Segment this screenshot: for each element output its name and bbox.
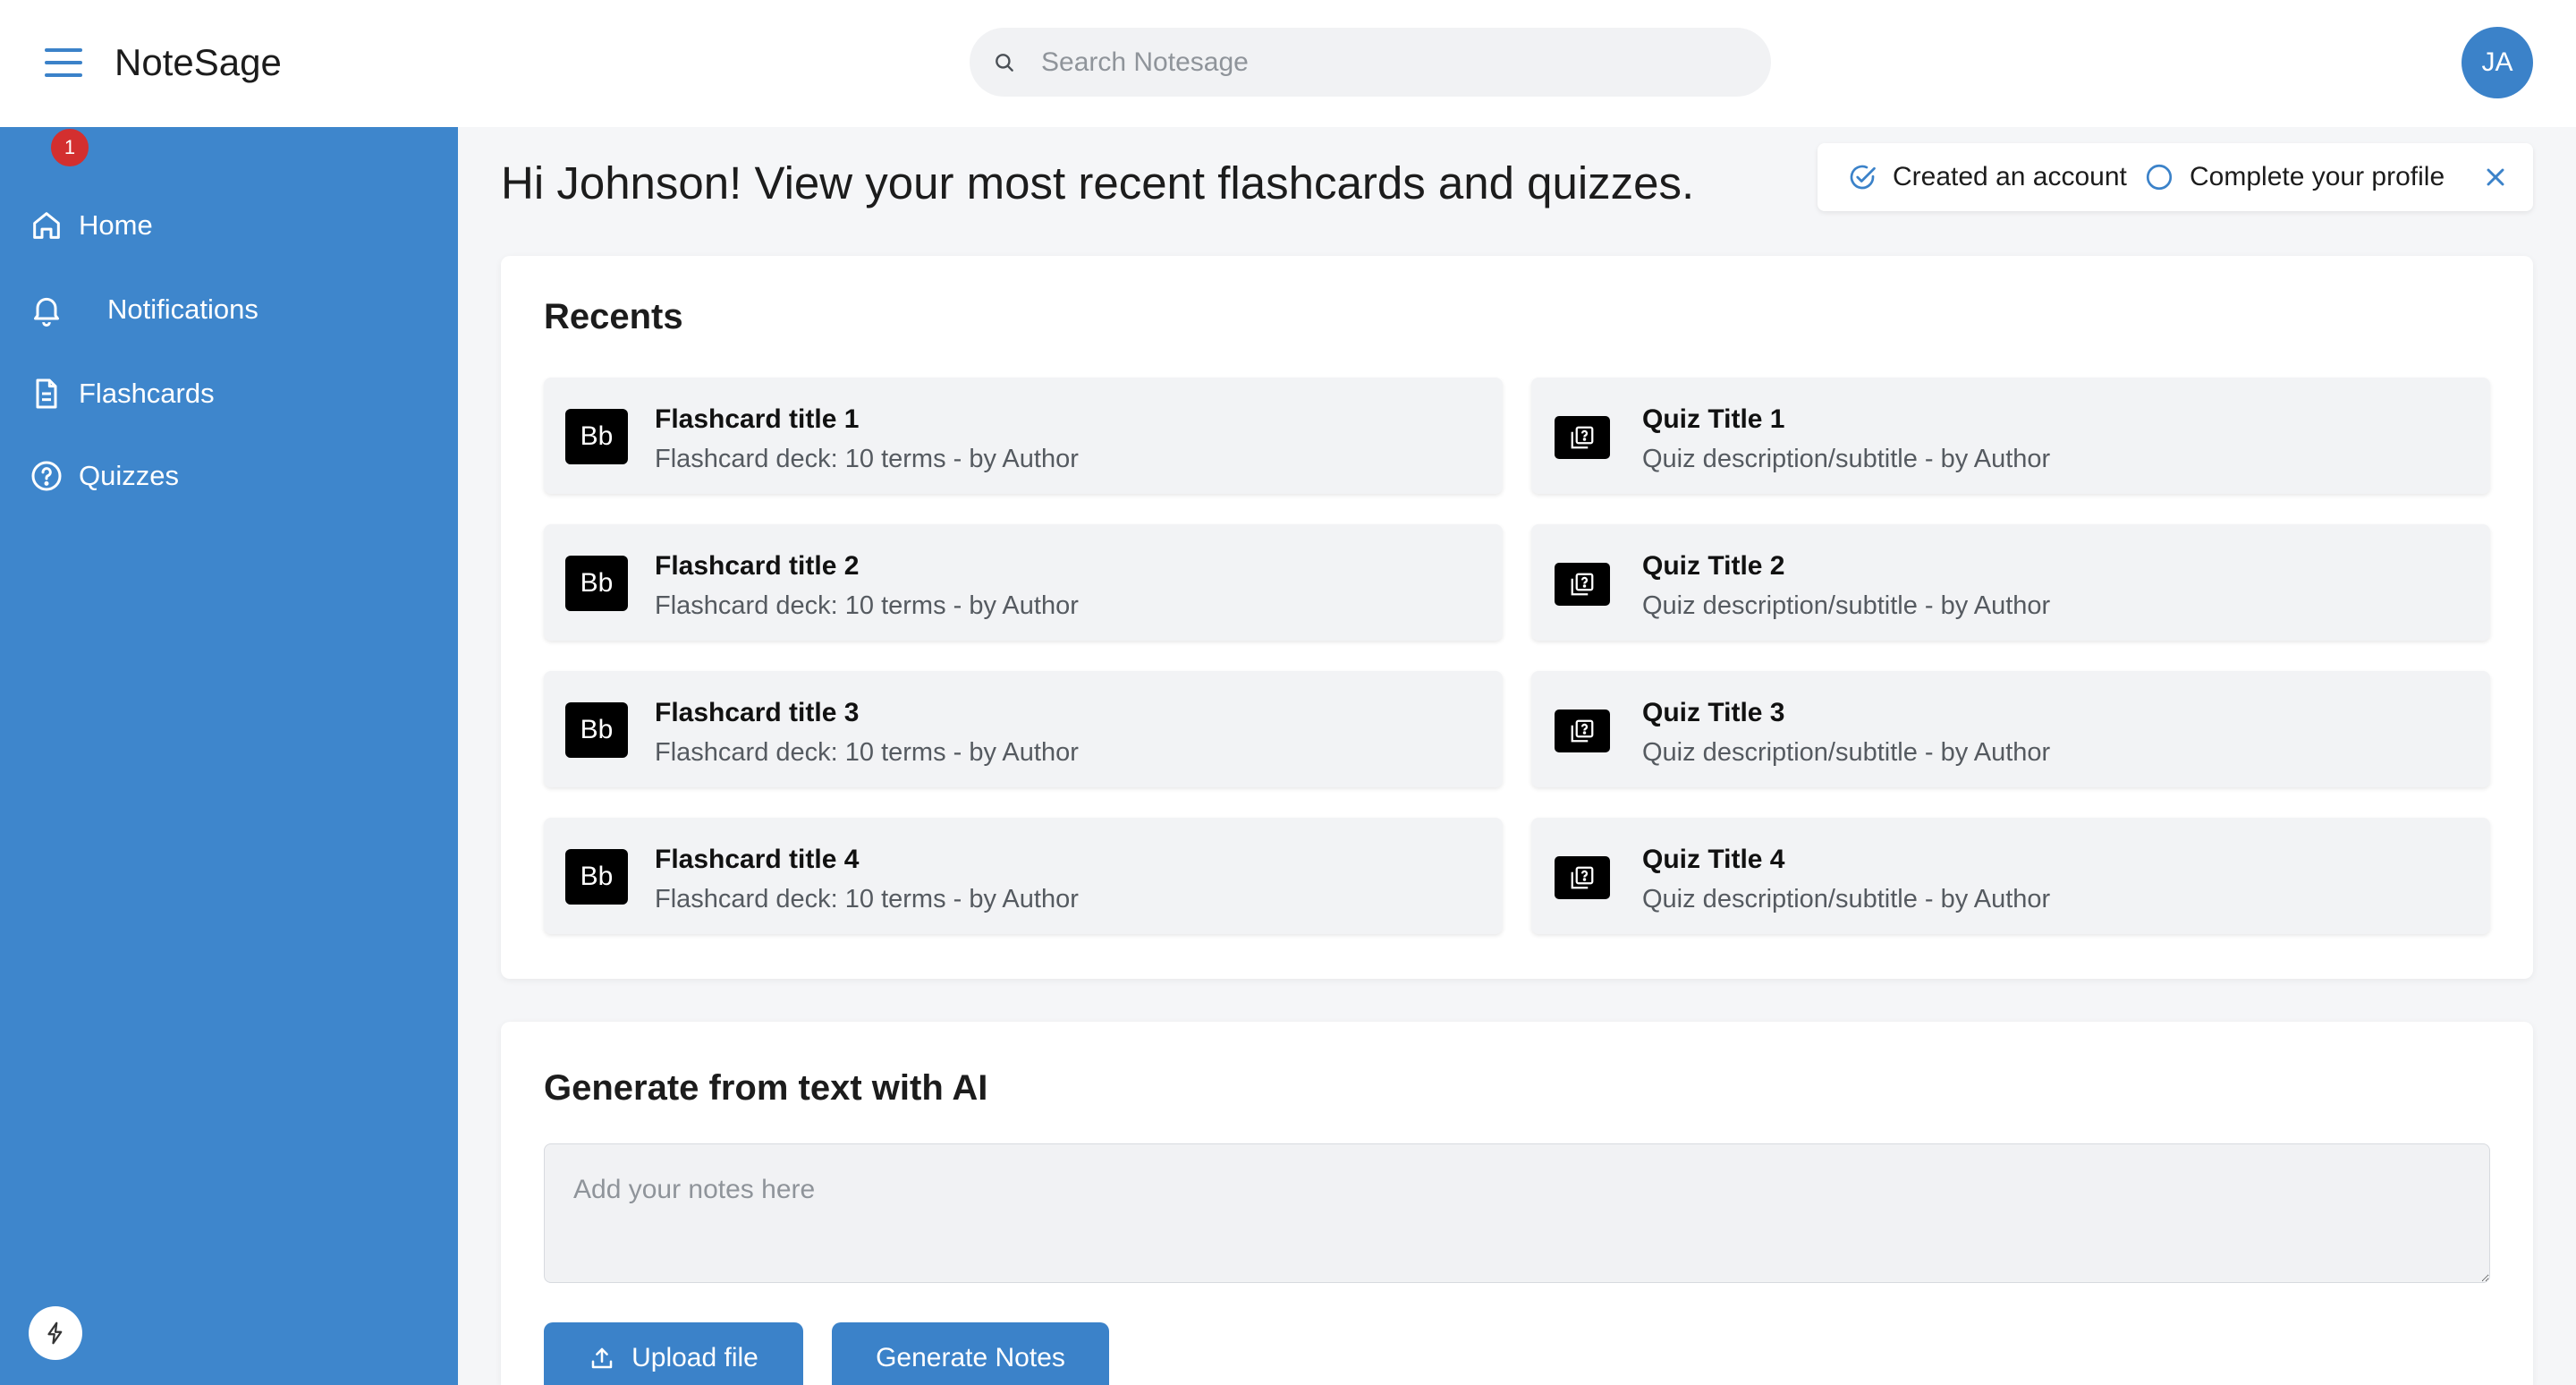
- quiz-tile[interactable]: Quiz Title 1 Quiz description/subtitle -…: [1531, 378, 2490, 494]
- quiz-title: Quiz Title 2: [1642, 551, 1785, 581]
- flashcard-subtitle: Flashcard deck: 10 terms - by Author: [655, 738, 1079, 767]
- flashcard-title: Flashcard title 1: [655, 404, 860, 434]
- bolt-button[interactable]: [29, 1306, 82, 1360]
- upload-file-button[interactable]: Upload file: [544, 1322, 803, 1385]
- generate-notes-button[interactable]: Generate Notes: [832, 1322, 1109, 1385]
- checklist-item-profile[interactable]: Complete your profile: [2143, 143, 2445, 211]
- quiz-icon: [1555, 416, 1610, 459]
- flashcard-deck-icon: Bb: [565, 702, 628, 758]
- notes-textarea[interactable]: [544, 1143, 2490, 1283]
- hamburger-menu-icon[interactable]: [38, 41, 89, 84]
- search-icon: [996, 54, 1013, 72]
- question-circle-icon: [31, 461, 62, 491]
- checklist-label: Complete your profile: [2190, 162, 2445, 191]
- sidebar-item-flashcards[interactable]: Flashcards: [0, 358, 458, 429]
- generate-card: Generate from text with AI Upload file G…: [501, 1022, 2533, 1385]
- empty-circle-icon: [2146, 164, 2173, 191]
- flashcard-title: Flashcard title 2: [655, 551, 860, 581]
- user-avatar[interactable]: JA: [2462, 27, 2533, 98]
- flashcard-subtitle: Flashcard deck: 10 terms - by Author: [655, 591, 1079, 620]
- onboarding-checklist: Created an account Complete your profile: [1818, 143, 2533, 211]
- recents-card: Recents Bb Flashcard title 1 Flashcard d…: [501, 256, 2533, 979]
- check-circle-icon: [1850, 165, 1876, 190]
- app-title: NoteSage: [114, 41, 282, 83]
- page-greeting: Hi Johnson! View your most recent flashc…: [501, 157, 1695, 208]
- generate-notes-label: Generate Notes: [876, 1343, 1065, 1372]
- quiz-title: Quiz Title 3: [1642, 698, 1785, 727]
- sidebar-item-label: Home: [79, 209, 153, 241]
- search-input[interactable]: [1041, 28, 1739, 97]
- flashcard-title: Flashcard title 3: [655, 698, 860, 727]
- sidebar-item-quizzes[interactable]: Quizzes: [0, 440, 458, 512]
- flashcard-subtitle: Flashcard deck: 10 terms - by Author: [655, 885, 1079, 913]
- flashcard-subtitle: Flashcard deck: 10 terms - by Author: [655, 445, 1079, 473]
- bolt-icon: [47, 1321, 63, 1345]
- quiz-title: Quiz Title 1: [1642, 404, 1785, 434]
- flashcard-title: Flashcard title 4: [655, 845, 860, 874]
- sidebar-item-home[interactable]: Home: [0, 190, 458, 261]
- generate-title: Generate from text with AI: [544, 1068, 988, 1108]
- checklist-item-account: Created an account: [1846, 143, 2127, 211]
- recents-title: Recents: [544, 297, 683, 336]
- checklist-label: Created an account: [1893, 162, 2127, 191]
- sidebar-item-label: Quizzes: [79, 460, 179, 491]
- quiz-title: Quiz Title 4: [1642, 845, 1785, 874]
- quiz-icon: [1555, 709, 1610, 752]
- flashcard-tile[interactable]: Bb Flashcard title 3 Flashcard deck: 10 …: [544, 671, 1503, 787]
- quiz-icon: [1555, 856, 1610, 899]
- quiz-icon: [1555, 563, 1610, 606]
- quiz-tile[interactable]: Quiz Title 4 Quiz description/subtitle -…: [1531, 818, 2490, 934]
- flashcard-tile[interactable]: Bb Flashcard title 1 Flashcard deck: 10 …: [544, 378, 1503, 494]
- quiz-tile[interactable]: Quiz Title 3 Quiz description/subtitle -…: [1531, 671, 2490, 787]
- quiz-subtitle: Quiz description/subtitle - by Author: [1642, 591, 2051, 620]
- home-icon: [33, 212, 60, 239]
- sidebar-item-label: Flashcards: [79, 378, 215, 409]
- flashcard-deck-icon: Bb: [565, 849, 628, 905]
- quiz-subtitle: Quiz description/subtitle - by Author: [1642, 445, 2051, 473]
- flashcard-deck-icon: Bb: [565, 556, 628, 611]
- close-icon[interactable]: [2481, 163, 2510, 191]
- quiz-subtitle: Quiz description/subtitle - by Author: [1642, 738, 2051, 767]
- flashcard-tile[interactable]: Bb Flashcard title 4 Flashcard deck: 10 …: [544, 818, 1503, 934]
- flashcard-deck-icon: Bb: [565, 409, 628, 464]
- upload-file-label: Upload file: [631, 1343, 758, 1372]
- sidebar-item-label: Notifications: [107, 293, 258, 325]
- sidebar: Home Notifications Flashcards Quizzes: [0, 127, 458, 1385]
- quiz-subtitle: Quiz description/subtitle - by Author: [1642, 885, 2051, 913]
- top-bar: NoteSage JA: [0, 0, 2576, 127]
- notification-badge: 1: [49, 127, 90, 168]
- quiz-tile[interactable]: Quiz Title 2 Quiz description/subtitle -…: [1531, 524, 2490, 641]
- bell-icon: [34, 297, 59, 327]
- sidebar-item-notifications[interactable]: Notifications: [0, 274, 458, 345]
- search-bar: [970, 28, 1771, 97]
- document-icon: [36, 378, 57, 409]
- flashcard-tile[interactable]: Bb Flashcard title 2 Flashcard deck: 10 …: [544, 524, 1503, 641]
- upload-icon: [591, 1347, 613, 1369]
